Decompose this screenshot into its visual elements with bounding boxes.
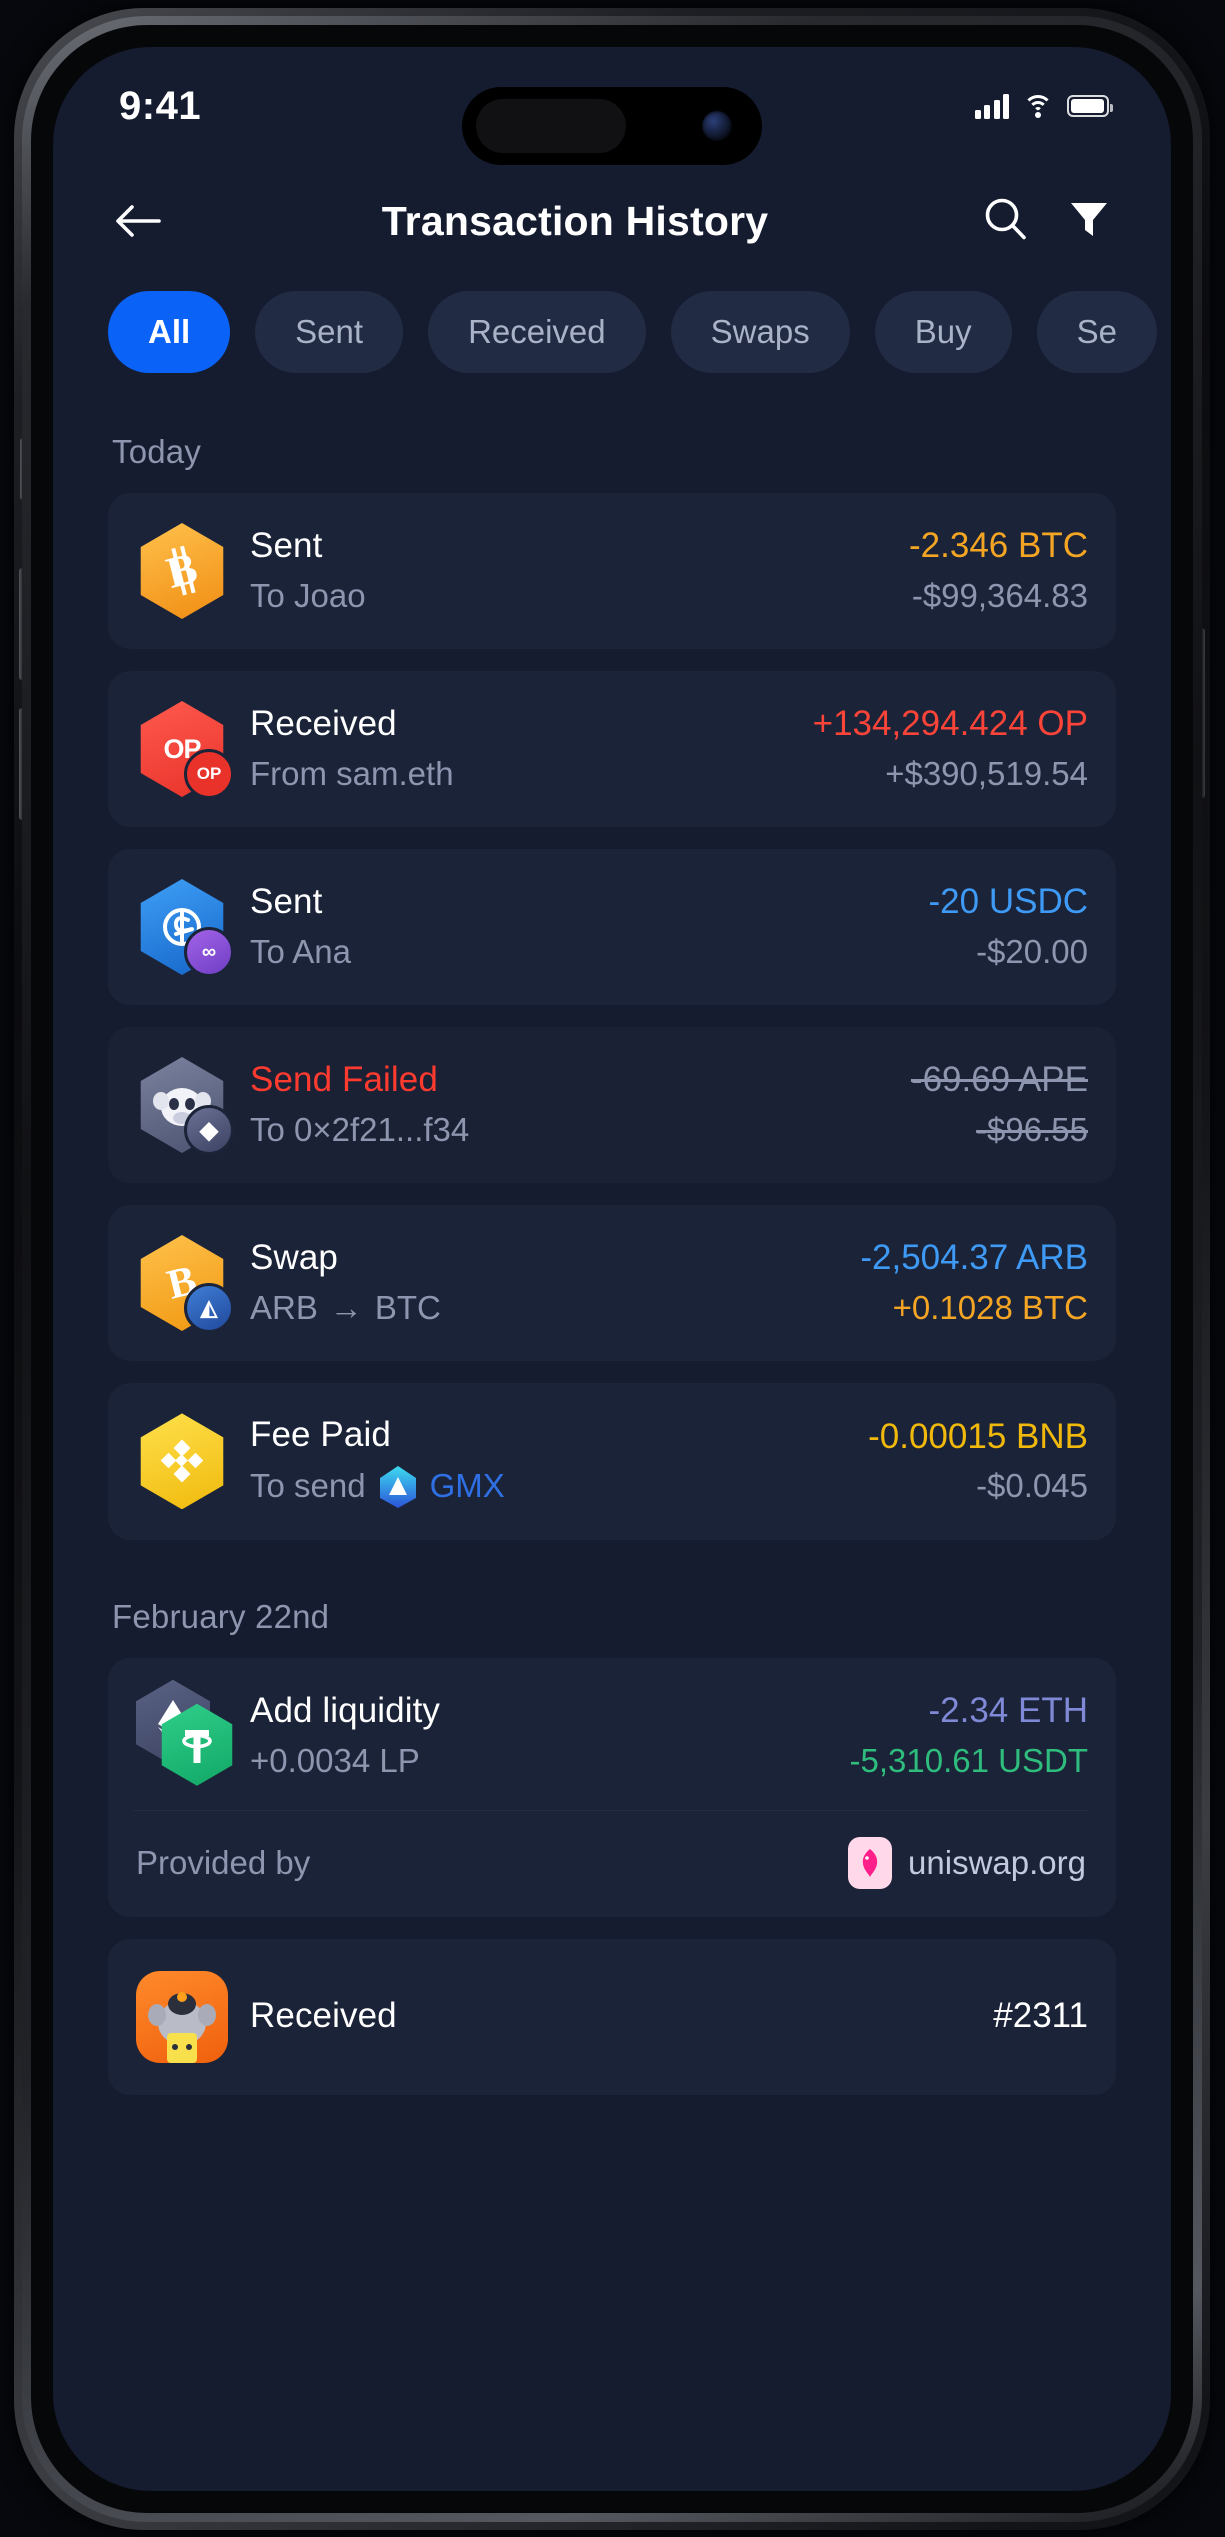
- transaction-fiat: +$390,519.54: [885, 754, 1088, 792]
- transaction-fiat: -5,310.61 USDT: [849, 1741, 1088, 1779]
- filter-chip-buy[interactable]: Buy: [874, 291, 1012, 373]
- transaction-fiat: -$99,364.83: [911, 576, 1088, 614]
- swap-to-token: BTC: [374, 1288, 441, 1326]
- ape-nft-token-icon: ◆: [134, 1057, 234, 1155]
- transaction-title: Swap: [250, 1238, 338, 1278]
- provided-by-label: Provided by: [136, 1843, 311, 1881]
- transaction-fiat: -$0.045: [976, 1467, 1088, 1505]
- phone-bezel: 9:41 Transaction History All Sent Receiv…: [22, 16, 1202, 2522]
- provided-by-value[interactable]: uniswap.org: [908, 1844, 1086, 1882]
- header-actions: [983, 196, 1111, 247]
- screenshot-stage: 9:41 Transaction History All Sent Receiv…: [0, 0, 1225, 2537]
- filter-chip-all[interactable]: All: [108, 291, 231, 373]
- usdc-token-icon: ∞: [134, 879, 234, 977]
- gmx-token-icon: [378, 1464, 418, 1510]
- app-header: Transaction History: [53, 165, 1171, 277]
- filter-funnel-icon: [1071, 202, 1107, 236]
- section-header-today: Today: [112, 433, 202, 470]
- filter-chip-sent[interactable]: Sent: [255, 291, 404, 373]
- swap-arrow-icon: →: [329, 1288, 363, 1326]
- transaction-title: Send Failed: [250, 1060, 438, 1100]
- transaction-title: Received: [250, 1996, 397, 2036]
- transaction-row[interactable]: ∞ Sent To Ana -20 USDC -$20.00: [108, 849, 1116, 1005]
- transaction-title: Fee Paid: [250, 1415, 391, 1454]
- phone-inner-bezel: 9:41 Transaction History All Sent Receiv…: [31, 25, 1193, 2513]
- page-title: Transaction History: [381, 197, 769, 244]
- transaction-amount: +134,294.424 OP: [812, 704, 1088, 744]
- bitcoin-token-icon: B: [134, 523, 230, 619]
- transaction-row-failed[interactable]: ◆ Send Failed To 0×2f21...f34 -69.69 APE…: [108, 1027, 1116, 1183]
- transaction-row[interactable]: Add liquidity +0.0034 LP -2.34 ETH -5,31…: [108, 1657, 1116, 1917]
- transaction-title: Add liquidity: [250, 1690, 441, 1730]
- transaction-subtitle: +0.0034 LP: [250, 1741, 420, 1779]
- island-blob: [476, 99, 626, 153]
- nft-ape-avatar-icon: [134, 1969, 230, 2065]
- transaction-subtitle: From sam.eth: [250, 754, 454, 792]
- phone-frame: 9:41 Transaction History All Sent Receiv…: [14, 8, 1210, 2530]
- transaction-fiat: +0.1028 BTC: [892, 1288, 1088, 1326]
- transaction-subtitle: To 0×2f21...f34: [250, 1110, 470, 1148]
- search-button[interactable]: [983, 196, 1029, 247]
- section-header-february-22nd: February 22nd: [112, 1597, 330, 1635]
- filter-chip-swaps[interactable]: Swaps: [670, 291, 850, 373]
- fee-subtitle-prefix: To send: [250, 1467, 366, 1505]
- arbitrum-bitcoin-swap-icon: B ◭: [134, 1235, 234, 1333]
- transaction-row[interactable]: B ◭ Swap ARB → BTC -2,504.37 ARB +0.1028…: [108, 1205, 1116, 1361]
- uniswap-icon: [848, 1836, 893, 1889]
- fee-subtitle-link[interactable]: GMX: [430, 1465, 505, 1508]
- transaction-row[interactable]: B Sent To Joao -2.346 BTC -$99,364.83: [108, 493, 1116, 649]
- transaction-fiat: -$96.55: [976, 1110, 1088, 1148]
- transaction-amount: -2,504.37 ARB: [860, 1238, 1088, 1278]
- transaction-title: Sent: [250, 526, 323, 566]
- filter-chip-sell[interactable]: Se: [1036, 291, 1157, 373]
- transaction-subtitle: To Ana: [250, 932, 351, 970]
- optimism-token-icon: OP OP: [134, 701, 234, 799]
- dynamic-island: [462, 87, 762, 165]
- transaction-list[interactable]: Today B Sent To Joao -2.346 BTC -$99,364…: [53, 375, 1171, 2491]
- back-arrow-icon: [116, 205, 161, 237]
- filter-chip-received[interactable]: Received: [428, 291, 646, 373]
- status-time: 9:41: [119, 83, 202, 128]
- filter-chip-list[interactable]: All Sent Received Swaps Buy Se: [53, 291, 1171, 373]
- search-icon: [985, 198, 1026, 239]
- provided-by-value-group[interactable]: uniswap.org: [848, 1836, 1086, 1889]
- status-indicators: [974, 93, 1113, 119]
- transaction-subtitle: To Joao: [250, 576, 366, 614]
- provided-by-row: Provided by uniswap.org: [134, 1809, 1088, 1917]
- filter-button[interactable]: [1067, 197, 1111, 246]
- transaction-amount: -2.346 BTC: [909, 526, 1088, 566]
- bnb-token-icon: [134, 1413, 230, 1510]
- back-button[interactable]: [113, 193, 177, 249]
- transaction-amount: -20 USDC: [928, 882, 1088, 922]
- transaction-row[interactable]: Received #2311: [108, 1938, 1116, 2095]
- front-camera-lens-icon: [702, 111, 732, 141]
- transaction-row[interactable]: Fee Paid To send GMX -0.00015 BNB -$0.04…: [108, 1383, 1116, 1540]
- transaction-amount: -69.69 APE: [910, 1060, 1088, 1100]
- transaction-title: Sent: [250, 882, 323, 922]
- transaction-title: Received: [250, 704, 397, 744]
- battery-full-icon: [1067, 95, 1113, 117]
- transaction-row[interactable]: OP OP Received From sam.eth +134,294.424…: [108, 671, 1116, 827]
- eth-usdt-pair-icon: [134, 1679, 233, 1786]
- transaction-amount: -2.34 ETH: [928, 1690, 1089, 1730]
- swap-from-token: ARB: [250, 1288, 318, 1326]
- phone-screen: 9:41 Transaction History All Sent Receiv…: [53, 47, 1171, 2491]
- transaction-amount: -0.00015 BNB: [868, 1416, 1088, 1456]
- wifi-icon: [1023, 94, 1053, 118]
- cellular-signal-icon: [974, 93, 1009, 119]
- transaction-amount: #2311: [993, 1996, 1088, 2036]
- transaction-fiat: -$20.00: [976, 932, 1088, 970]
